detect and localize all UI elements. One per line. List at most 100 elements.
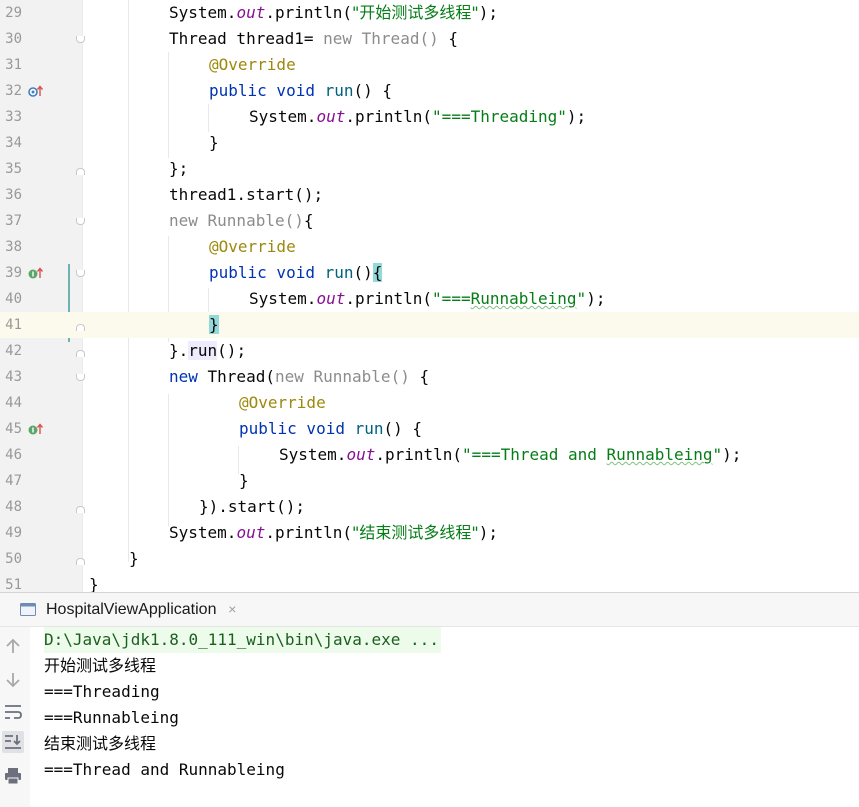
code-text: @Override [209,237,296,256]
line-number: 49 [5,525,22,541]
line-number: 51 [5,577,22,592]
code-text: } [209,133,219,152]
fold-marker-icon[interactable] [76,324,85,331]
line-number: 47 [5,473,22,489]
code-line: 42 }.run(); [0,338,859,364]
code-text: public void run() { [209,81,393,100]
code-line: 50 } [0,546,859,572]
fold-marker-icon[interactable] [76,218,85,225]
line-number: 32 [5,83,22,99]
code-text: @Override [209,55,296,74]
code-line: 29 System.out.println("开始测试多线程"); [0,0,859,26]
code-text: System.out.println("===Runnableing"); [249,289,606,308]
code-line: 51 } [0,572,859,592]
code-text: Thread thread1= new Thread() { [169,29,458,48]
soft-wrap-icon[interactable] [2,701,24,723]
code-line: 46 System.out.println("===Thread and Run… [0,442,859,468]
print-icon[interactable] [2,765,24,787]
current-code-line: 41 } [0,312,859,338]
fold-marker-icon[interactable] [76,506,85,513]
line-number: 39 [5,265,22,281]
code-text: System.out.println("结束测试多线程"); [169,523,499,542]
line-number: 37 [5,213,22,229]
code-text: } [209,315,219,334]
console-output-line: ===Runnableing [44,708,179,727]
line-number: 34 [5,135,22,151]
code-text: public void run(){ [209,263,383,282]
line-number: 36 [5,187,22,203]
code-text: }).start(); [199,497,305,516]
code-line: 32 public void run() { [0,78,859,104]
fold-marker-icon[interactable] [76,36,85,43]
code-text: @Override [239,393,326,412]
console-output-line: ===Threading [44,682,160,701]
fold-marker-icon[interactable] [76,350,85,357]
code-line: 40 System.out.println("===Runnableing"); [0,286,859,312]
implement-gutter-icon[interactable] [28,266,44,280]
override-gutter-icon[interactable] [28,84,44,98]
code-text: } [89,575,99,592]
code-line: 31 @Override [0,52,859,78]
line-number: 46 [5,447,22,463]
code-text: } [239,471,249,490]
code-text: System.out.println("开始测试多线程"); [169,3,499,22]
line-number: 41 [5,317,22,333]
up-arrow-icon[interactable] [2,635,24,657]
line-number: 30 [5,31,22,47]
run-toolbar [0,627,30,807]
code-line: 39 public void run(){ [0,260,859,286]
code-line: 38 @Override [0,234,859,260]
fold-marker-icon[interactable] [76,168,85,175]
run-tool-window: HospitalViewApplication × D:\Java\jdk1.8… [0,592,859,807]
line-number: 48 [5,499,22,515]
code-line: 45 public void run() { [0,416,859,442]
run-tab-label: HospitalViewApplication [46,601,217,618]
line-number: 43 [5,369,22,385]
code-text: }.run(); [169,341,247,360]
line-number: 35 [5,161,22,177]
code-line: 33 System.out.println("===Threading"); [0,104,859,130]
code-text: new Runnable(){ [169,211,314,230]
fold-marker-icon[interactable] [76,374,85,381]
line-number: 33 [5,109,22,125]
code-text: public void run() { [239,419,423,438]
code-line: 30 Thread thread1= new Thread() { [0,26,859,52]
run-tab[interactable]: HospitalViewApplication × [18,593,238,626]
line-number: 42 [5,343,22,359]
code-text: }; [169,159,189,178]
code-line: 35 }; [0,156,859,182]
close-icon[interactable]: × [228,593,236,626]
scroll-to-end-icon[interactable] [2,731,24,753]
run-tab-bar: HospitalViewApplication × [0,593,859,627]
console-command-line: D:\Java\jdk1.8.0_111_win\bin\java.exe ..… [44,627,441,653]
line-number: 40 [5,291,22,307]
code-line: 43 new Thread(new Runnable() { [0,364,859,390]
code-text: thread1.start(); [169,185,324,204]
line-number: 29 [5,5,22,21]
implement-gutter-icon[interactable] [28,422,44,436]
code-text: } [129,549,139,568]
console-output-line: 结束测试多线程 [44,734,157,753]
code-line: 48 }).start(); [0,494,859,520]
code-text: new Thread(new Runnable() { [169,367,430,386]
line-number: 50 [5,551,22,567]
code-editor[interactable]: 29 System.out.println("开始测试多线程"); 30 Thr… [0,0,859,592]
code-line: 49 System.out.println("结束测试多线程"); [0,520,859,546]
code-line: 37 new Runnable(){ [0,208,859,234]
console-output-line: ===Thread and Runnableing [44,760,285,779]
code-text: System.out.println("===Threading"); [249,107,587,126]
run-config-icon [20,603,36,616]
fold-marker-icon[interactable] [76,270,85,277]
fold-marker-icon[interactable] [76,558,85,565]
line-number: 38 [5,239,22,255]
line-number: 44 [5,395,22,411]
code-line: 36 thread1.start(); [0,182,859,208]
line-number: 45 [5,421,22,437]
line-number: 31 [5,57,22,73]
code-line: 47 } [0,468,859,494]
code-line: 34 } [0,130,859,156]
down-arrow-icon[interactable] [2,669,24,691]
code-line: 44 @Override [0,390,859,416]
code-text: System.out.println("===Thread and Runnab… [279,445,742,464]
console-output-line: 开始测试多线程 [44,656,157,675]
